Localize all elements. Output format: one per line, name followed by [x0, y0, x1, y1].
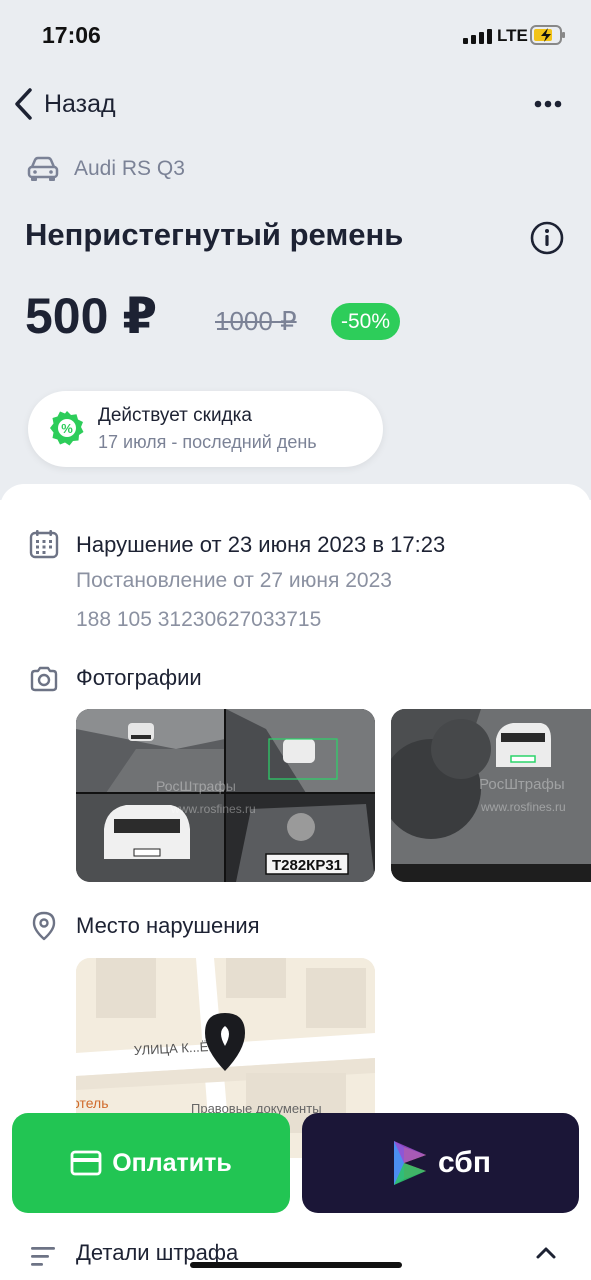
pay-button[interactable]: Оплатить [12, 1113, 290, 1213]
discount-card[interactable]: % Действует скидка 17 июля - последний д… [28, 391, 383, 467]
discount-badge: -50% [331, 303, 401, 340]
violation-photo[interactable]: Т282КР31 РосШтрафы www.rosfines.ru [76, 709, 375, 882]
watermark-2: www.rosfines.ru [480, 800, 566, 814]
sbp-label: сбп [438, 1146, 491, 1179]
decree-text: Постановление от 27 июня 2023 [76, 569, 392, 592]
photos-label: Фотографии [76, 665, 202, 690]
uin-number[interactable]: 188 105 31230627033715 [76, 608, 321, 632]
violation-photo[interactable]: РосШтрафы www.rosfines.ru [391, 709, 591, 882]
battery-charging-icon [530, 25, 565, 45]
percent-badge-icon: % [50, 411, 84, 446]
chevron-left-icon [15, 88, 32, 120]
location-pin-icon [32, 911, 56, 941]
old-price: 1000 ₽ [215, 306, 297, 336]
back-button[interactable]: Назад [12, 86, 116, 122]
photo-collage: Т282КР31 РосШтрафы www.rosfines.ru [76, 709, 375, 882]
sbp-pay-button[interactable]: сбп [302, 1113, 579, 1213]
watermark-2: www.rosfines.ru [170, 802, 256, 816]
car-name: Audi RS Q3 [74, 157, 185, 180]
home-indicator [190, 1262, 402, 1268]
fine-title: Непристегнутый ремень [25, 217, 404, 252]
place-label: Место нарушения [76, 913, 260, 938]
more-horizontal-icon [534, 100, 562, 108]
discount-title: Действует скидка [98, 405, 252, 426]
fine-price: 500 ₽ [25, 288, 158, 344]
status-time: 17:06 [42, 22, 101, 48]
sbp-logo-icon [394, 1141, 427, 1185]
svg-text:%: % [61, 421, 73, 436]
chevron-up-icon [536, 1247, 556, 1259]
calendar-icon [29, 530, 59, 559]
back-label: Назад [44, 89, 116, 118]
more-button[interactable] [528, 92, 568, 116]
card-icon [70, 1150, 102, 1176]
list-icon [31, 1247, 55, 1266]
photo-single: РосШтрафы www.rosfines.ru [391, 709, 591, 882]
map-poi-hotel: отель [76, 1095, 109, 1111]
pay-label: Оплатить [112, 1148, 232, 1177]
discount-subtitle: 17 июля - последний день [98, 432, 317, 452]
car-icon [27, 156, 59, 181]
signal-icon [463, 28, 493, 44]
plate-text: Т282КР31 [272, 857, 342, 874]
car-row: Audi RS Q3 [26, 155, 185, 183]
network-label: LTE [497, 26, 528, 45]
camera-icon [30, 666, 58, 692]
watermark-1: РосШтрафы [479, 776, 565, 793]
fine-details-toggle[interactable]: Детали штрафа [0, 1232, 591, 1280]
info-icon[interactable] [529, 220, 565, 256]
watermark-1: РосШтрафы [156, 778, 236, 794]
violation-title: Нарушение от 23 июня 2023 в 17:23 [76, 532, 446, 557]
